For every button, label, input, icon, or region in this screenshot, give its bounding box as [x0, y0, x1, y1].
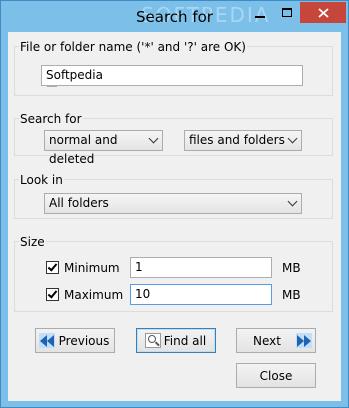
- search-type-value: files and folders: [189, 133, 285, 147]
- name-group-legend: File or folder name ('*' and '?' are OK): [19, 40, 247, 54]
- minimize-button[interactable]: [246, 2, 273, 23]
- name-input[interactable]: Softpedia: [41, 65, 303, 86]
- find-all-button-label: Find all: [163, 333, 207, 348]
- close-button[interactable]: Close: [236, 363, 316, 388]
- close-window-button[interactable]: [300, 2, 346, 23]
- checkmark-icon: [47, 261, 58, 272]
- look-in-legend: Look in: [19, 173, 64, 187]
- double-right-arrow-icon: [296, 333, 312, 348]
- chevron-down-icon: [287, 133, 298, 144]
- dialog-client-area: File or folder name ('*' and '?' are OK)…: [8, 32, 341, 401]
- close-icon: [317, 7, 329, 18]
- chevron-down-icon: [148, 133, 159, 144]
- magnifier-icon: [145, 333, 161, 348]
- maximum-checkbox[interactable]: [46, 288, 59, 301]
- search-mode-select[interactable]: normal and deleted: [44, 130, 163, 166]
- minimum-checkbox[interactable]: [46, 261, 59, 274]
- maximum-label: Maximum: [64, 288, 124, 302]
- maximize-button[interactable]: [273, 2, 300, 23]
- search-type-select[interactable]: files and folders: [184, 130, 302, 151]
- checkmark-icon: [47, 288, 58, 299]
- minimum-input[interactable]: 1: [130, 257, 272, 278]
- chevron-down-icon: [287, 196, 298, 207]
- maximize-icon: [281, 8, 292, 17]
- look-in-select[interactable]: All folders: [44, 193, 302, 214]
- find-all-button[interactable]: Find all: [136, 328, 216, 353]
- look-in-value: All folders: [49, 196, 109, 210]
- previous-button[interactable]: Previous: [35, 328, 115, 353]
- next-button[interactable]: Next: [236, 328, 316, 353]
- next-button-label: Next: [253, 333, 281, 348]
- search-dialog-window: SOFTPEDIA Search for File or folder name…: [0, 0, 349, 408]
- title-bar[interactable]: SOFTPEDIA Search for: [1, 1, 348, 33]
- close-button-label: Close: [259, 368, 293, 383]
- maximum-input[interactable]: 10: [130, 284, 272, 305]
- double-left-arrow-icon: [39, 333, 55, 348]
- previous-button-label: Previous: [58, 333, 110, 348]
- maximum-unit: MB: [282, 288, 301, 302]
- search-mode-value: normal and deleted: [49, 133, 118, 166]
- minimum-label: Minimum: [64, 261, 120, 275]
- size-group-legend: Size: [19, 235, 46, 249]
- minimum-unit: MB: [282, 261, 301, 275]
- search-for-legend: Search for: [19, 112, 83, 126]
- minimize-icon: [254, 15, 265, 18]
